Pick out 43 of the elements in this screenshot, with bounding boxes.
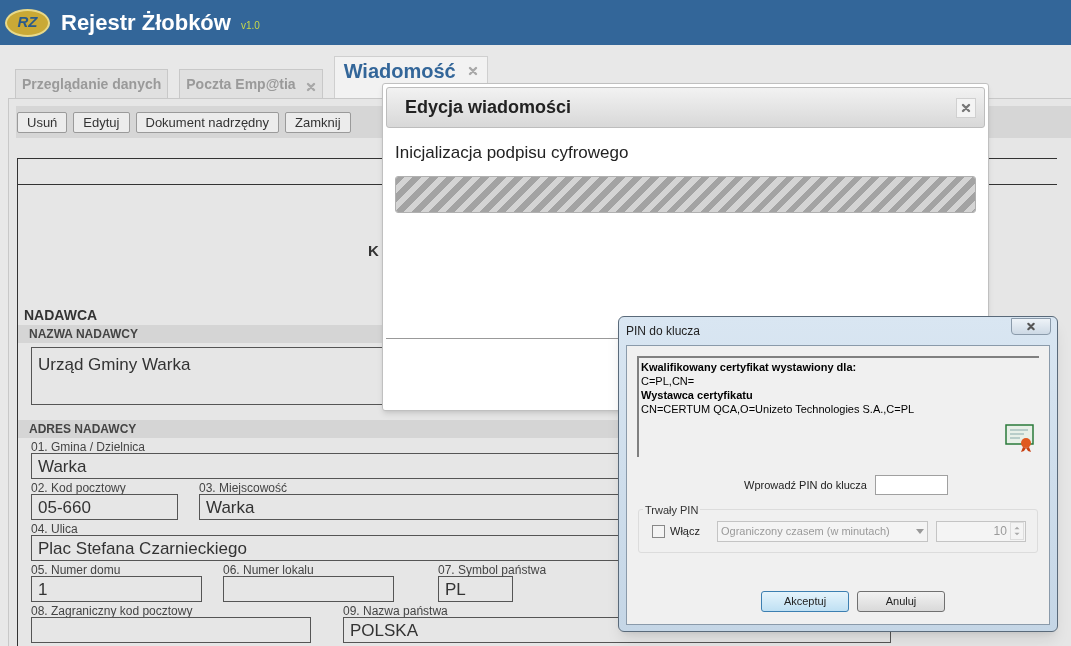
version-label: v1.0	[240, 19, 260, 33]
certificate-text: C=PL,CN=	[641, 374, 695, 388]
dialog-title: Edycja wiadomości	[405, 96, 572, 119]
dialog-button[interactable]: Akceptuj	[761, 591, 849, 612]
close-icon	[961, 102, 971, 113]
toolbar-button[interactable]: Usuń	[17, 111, 68, 133]
pin-field[interactable]	[874, 475, 948, 495]
input-field[interactable]	[223, 576, 394, 602]
input-field[interactable]: PL	[438, 576, 513, 602]
form-heading: K	[368, 241, 379, 261]
app-logo: RZ	[5, 8, 50, 37]
field-label: 06. Numer lokalu	[223, 564, 314, 576]
field-label: 02. Kod pocztowy	[31, 482, 126, 494]
certificate-text: Wystawca certyfikatu	[641, 388, 753, 402]
close-icon[interactable]	[305, 82, 316, 92]
toolbar-button[interactable]: Edytuj	[73, 111, 130, 133]
close-button[interactable]	[956, 97, 976, 118]
certificate-text: CN=CERTUM QCA,O=Unizeto Technologies S.A.,C=PL	[641, 402, 915, 416]
input-field[interactable]: 05-660	[31, 494, 178, 520]
close-icon[interactable]	[467, 66, 478, 76]
field-label: Wprowadź PIN do klucza	[744, 477, 867, 493]
input-field[interactable]: 1	[31, 576, 202, 602]
section-title: NADAWCA	[23, 306, 99, 325]
dialog-message: Inicjalizacja podpisu cyfrowego	[395, 142, 630, 164]
input-field[interactable]	[31, 617, 311, 643]
dialog-button[interactable]: Anuluj	[857, 591, 945, 612]
app-title: Rejestr Żłobków	[61, 9, 231, 37]
field-label: 04. Ulica	[31, 523, 78, 535]
toolbar-button[interactable]: Zamknij	[285, 111, 351, 133]
dialog-title: PIN do klucza	[626, 323, 701, 340]
field-label: 09. Nazwa państwa	[343, 605, 448, 617]
checkbox[interactable]	[652, 524, 665, 538]
close-icon	[1025, 321, 1037, 331]
field-label: 01. Gmina / Dzielnica	[31, 441, 146, 453]
close-button[interactable]	[1011, 317, 1051, 335]
toolbar-button[interactable]: Dokument nadrzędny	[135, 111, 280, 133]
field-label: 03. Miejscowość	[199, 482, 288, 494]
field-label: 07. Symbol państwa	[438, 564, 547, 576]
field-label: 05. Numer domu	[31, 564, 121, 576]
certificate-icon	[1005, 423, 1035, 453]
certificate-text: Kwalifikowany certyfikat wystawiony dla:	[641, 360, 857, 374]
caret-icon	[915, 528, 924, 534]
field-label: 08. Zagraniczny kod pocztowy	[31, 605, 193, 617]
